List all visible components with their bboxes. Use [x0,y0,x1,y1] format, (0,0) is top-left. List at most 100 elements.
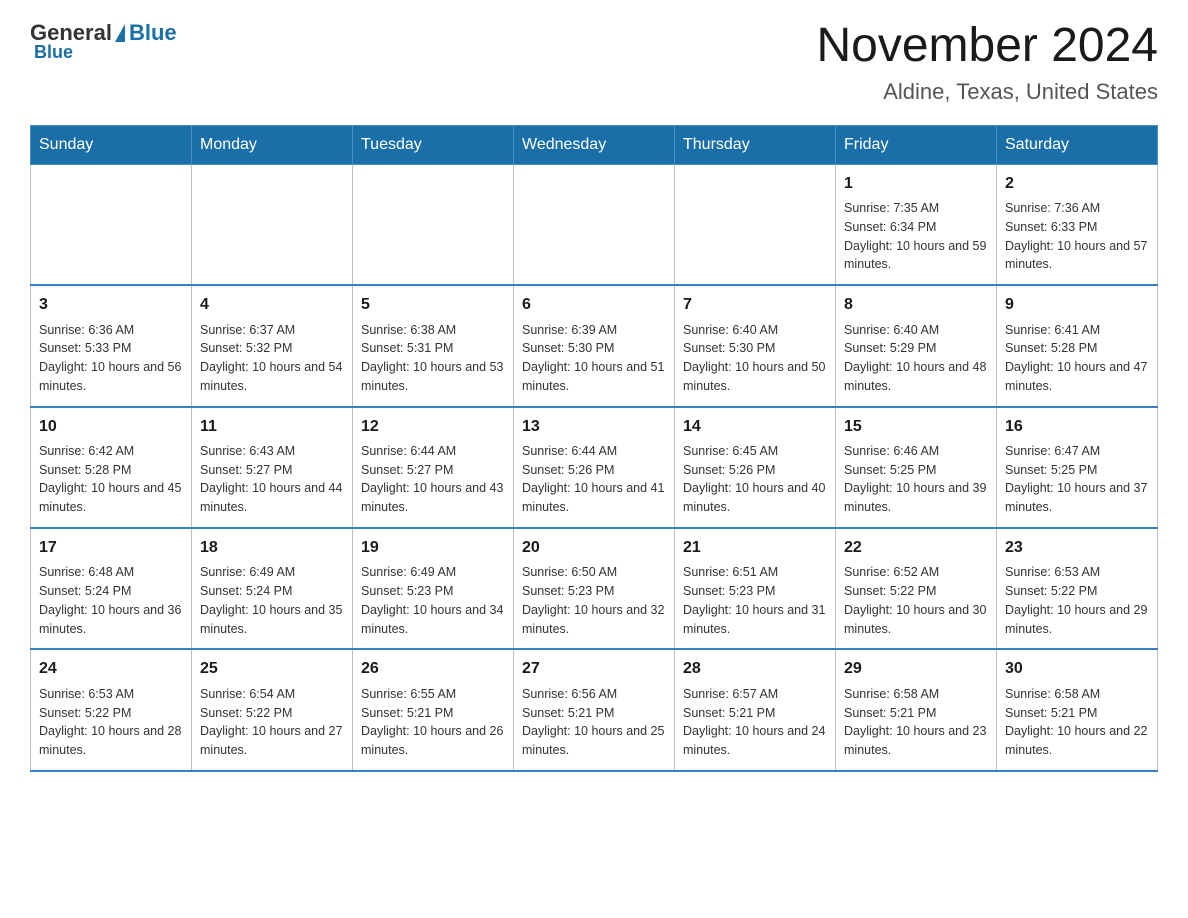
calendar-cell: 28 Sunrise: 6:57 AMSunset: 5:21 PMDayligh… [675,649,836,770]
calendar-header-cell-wednesday: Wednesday [514,125,675,164]
calendar-cell: 22 Sunrise: 6:52 AMSunset: 5:22 PMDayligh… [836,528,997,649]
day-info: Sunrise: 6:37 AMSunset: 5:32 PMDaylight:… [200,323,342,393]
calendar-header-row: SundayMondayTuesdayWednesdayThursdayFrid… [31,125,1158,164]
calendar-cell: 13Sunrise: 6:44 AMSunset: 5:26 PMDayligh… [514,407,675,528]
day-number: 18 [200,537,344,559]
calendar-cell: 2 Sunrise: 7:36 AMSunset: 6:33 PMDaylight… [997,164,1158,285]
day-info: Sunrise: 6:41 AMSunset: 5:28 PMDaylight:… [1005,323,1147,393]
day-number: 21 [683,537,827,559]
calendar-cell: 11 Sunrise: 6:43 AMSunset: 5:27 PMDayligh… [192,407,353,528]
calendar-subtitle: Aldine, Texas, United States [816,79,1158,105]
calendar-cell: 26Sunrise: 6:55 AMSunset: 5:21 PMDayligh… [353,649,514,770]
day-info: Sunrise: 6:48 AMSunset: 5:24 PMDaylight:… [39,565,181,635]
day-number: 15 [844,416,988,438]
calendar-table: SundayMondayTuesdayWednesdayThursdayFrid… [30,125,1158,772]
day-number: 19 [361,537,505,559]
day-info: Sunrise: 6:49 AMSunset: 5:24 PMDaylight:… [200,565,342,635]
day-info: Sunrise: 6:39 AMSunset: 5:30 PMDaylight:… [522,323,664,393]
day-info: Sunrise: 7:36 AMSunset: 6:33 PMDaylight:… [1005,201,1147,271]
calendar-cell: 3 Sunrise: 6:36 AMSunset: 5:33 PMDaylight… [31,285,192,406]
logo: General Blue Blue [30,20,177,63]
day-number: 4 [200,294,344,316]
calendar-header-cell-friday: Friday [836,125,997,164]
day-info: Sunrise: 6:58 AMSunset: 5:21 PMDaylight:… [1005,687,1147,757]
day-info: Sunrise: 6:49 AMSunset: 5:23 PMDaylight:… [361,565,503,635]
day-info: Sunrise: 6:57 AMSunset: 5:21 PMDaylight:… [683,687,825,757]
calendar-cell: 23 Sunrise: 6:53 AMSunset: 5:22 PMDayligh… [997,528,1158,649]
day-info: Sunrise: 6:56 AMSunset: 5:21 PMDaylight:… [522,687,664,757]
day-info: Sunrise: 6:44 AMSunset: 5:27 PMDaylight:… [361,444,503,514]
day-info: Sunrise: 6:52 AMSunset: 5:22 PMDaylight:… [844,565,986,635]
calendar-cell: 21 Sunrise: 6:51 AMSunset: 5:23 PMDayligh… [675,528,836,649]
calendar-week-row-1: 1 Sunrise: 7:35 AMSunset: 6:34 PMDaylight… [31,164,1158,285]
calendar-week-row-3: 10Sunrise: 6:42 AMSunset: 5:28 PMDayligh… [31,407,1158,528]
day-info: Sunrise: 6:38 AMSunset: 5:31 PMDaylight:… [361,323,503,393]
page-header: General Blue Blue November 2024 Aldine, … [30,20,1158,105]
day-number: 8 [844,294,988,316]
day-number: 2 [1005,173,1149,195]
day-number: 3 [39,294,183,316]
day-number: 29 [844,658,988,680]
day-number: 27 [522,658,666,680]
calendar-header-cell-sunday: Sunday [31,125,192,164]
day-info: Sunrise: 6:47 AMSunset: 5:25 PMDaylight:… [1005,444,1147,514]
title-section: November 2024 Aldine, Texas, United Stat… [816,20,1158,105]
day-number: 22 [844,537,988,559]
day-info: Sunrise: 6:53 AMSunset: 5:22 PMDaylight:… [1005,565,1147,635]
calendar-week-row-4: 17 Sunrise: 6:48 AMSunset: 5:24 PMDayligh… [31,528,1158,649]
calendar-cell: 29 Sunrise: 6:58 AMSunset: 5:21 PMDayligh… [836,649,997,770]
day-info: Sunrise: 6:51 AMSunset: 5:23 PMDaylight:… [683,565,825,635]
calendar-cell: 17 Sunrise: 6:48 AMSunset: 5:24 PMDayligh… [31,528,192,649]
calendar-cell: 27 Sunrise: 6:56 AMSunset: 5:21 PMDayligh… [514,649,675,770]
calendar-cell: 1 Sunrise: 7:35 AMSunset: 6:34 PMDaylight… [836,164,997,285]
day-info: Sunrise: 6:53 AMSunset: 5:22 PMDaylight:… [39,687,181,757]
calendar-cell: 20Sunrise: 6:50 AMSunset: 5:23 PMDayligh… [514,528,675,649]
calendar-header-cell-saturday: Saturday [997,125,1158,164]
day-info: Sunrise: 6:36 AMSunset: 5:33 PMDaylight:… [39,323,181,393]
day-number: 12 [361,416,505,438]
calendar-cell: 16 Sunrise: 6:47 AMSunset: 5:25 PMDayligh… [997,407,1158,528]
calendar-cell: 15 Sunrise: 6:46 AMSunset: 5:25 PMDayligh… [836,407,997,528]
calendar-cell [514,164,675,285]
day-number: 9 [1005,294,1149,316]
calendar-cell: 14Sunrise: 6:45 AMSunset: 5:26 PMDayligh… [675,407,836,528]
day-number: 16 [1005,416,1149,438]
logo-blue-text: Blue [129,20,177,46]
calendar-cell [675,164,836,285]
day-info: Sunrise: 6:42 AMSunset: 5:28 PMDaylight:… [39,444,181,514]
calendar-cell: 5 Sunrise: 6:38 AMSunset: 5:31 PMDaylight… [353,285,514,406]
day-number: 1 [844,173,988,195]
day-number: 24 [39,658,183,680]
day-info: Sunrise: 6:40 AMSunset: 5:29 PMDaylight:… [844,323,986,393]
calendar-cell [31,164,192,285]
day-info: Sunrise: 6:50 AMSunset: 5:23 PMDaylight:… [522,565,664,635]
day-info: Sunrise: 6:40 AMSunset: 5:30 PMDaylight:… [683,323,825,393]
day-info: Sunrise: 6:54 AMSunset: 5:22 PMDaylight:… [200,687,342,757]
day-number: 23 [1005,537,1149,559]
day-number: 6 [522,294,666,316]
calendar-header-cell-tuesday: Tuesday [353,125,514,164]
day-info: Sunrise: 6:58 AMSunset: 5:21 PMDaylight:… [844,687,986,757]
day-number: 7 [683,294,827,316]
calendar-week-row-5: 24 Sunrise: 6:53 AMSunset: 5:22 PMDayligh… [31,649,1158,770]
calendar-title: November 2024 [816,20,1158,73]
day-info: Sunrise: 6:43 AMSunset: 5:27 PMDaylight:… [200,444,342,514]
day-number: 11 [200,416,344,438]
calendar-cell: 6 Sunrise: 6:39 AMSunset: 5:30 PMDaylight… [514,285,675,406]
day-info: Sunrise: 6:44 AMSunset: 5:26 PMDaylight:… [522,444,664,514]
day-info: Sunrise: 7:35 AMSunset: 6:34 PMDaylight:… [844,201,986,271]
day-number: 25 [200,658,344,680]
calendar-cell [353,164,514,285]
calendar-cell: 18 Sunrise: 6:49 AMSunset: 5:24 PMDayligh… [192,528,353,649]
day-info: Sunrise: 6:46 AMSunset: 5:25 PMDaylight:… [844,444,986,514]
day-number: 14 [683,416,827,438]
day-number: 28 [683,658,827,680]
day-number: 5 [361,294,505,316]
calendar-cell: 30Sunrise: 6:58 AMSunset: 5:21 PMDayligh… [997,649,1158,770]
calendar-cell: 25 Sunrise: 6:54 AMSunset: 5:22 PMDayligh… [192,649,353,770]
day-number: 26 [361,658,505,680]
calendar-body: 1 Sunrise: 7:35 AMSunset: 6:34 PMDaylight… [31,164,1158,770]
day-number: 17 [39,537,183,559]
calendar-cell: 10Sunrise: 6:42 AMSunset: 5:28 PMDayligh… [31,407,192,528]
calendar-cell: 8 Sunrise: 6:40 AMSunset: 5:29 PMDaylight… [836,285,997,406]
